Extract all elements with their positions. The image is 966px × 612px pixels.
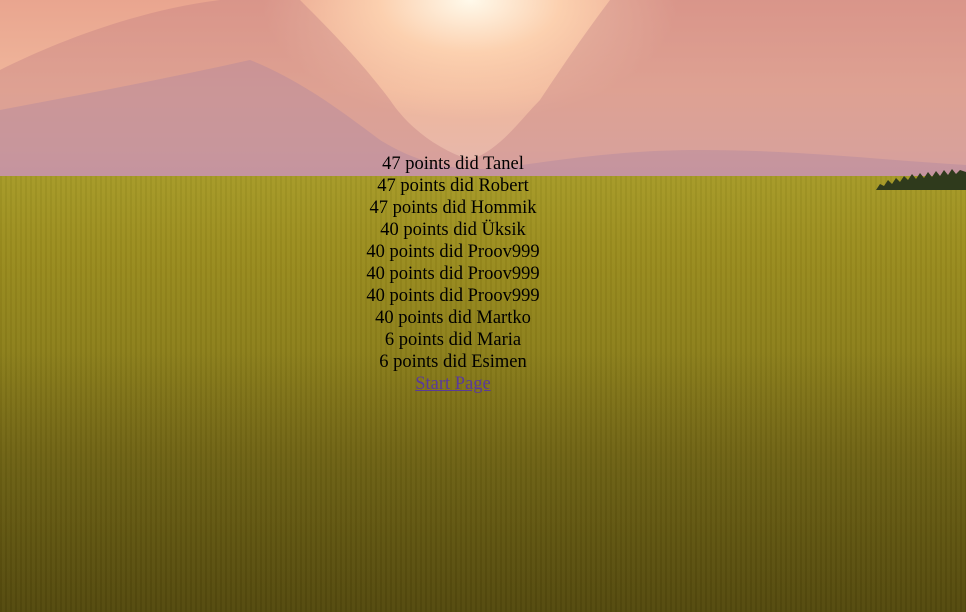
- score-points: 40: [375, 308, 394, 328]
- player-name: Proov999: [467, 264, 540, 284]
- score-row: 6 points did Esimen: [0, 351, 906, 373]
- player-name: Martko: [476, 308, 531, 328]
- score-row: 40 points did Üksik: [0, 219, 906, 241]
- score-row: 6 points did Maria: [0, 329, 906, 351]
- score-row: 40 points did Proov999: [0, 241, 906, 263]
- score-points: 40: [366, 286, 385, 306]
- score-verb: points did: [393, 352, 467, 372]
- score-verb: points did: [398, 330, 473, 350]
- score-row: 40 points did Martko: [0, 307, 906, 329]
- score-points: 40: [380, 220, 399, 240]
- player-name: Proov999: [467, 286, 540, 306]
- score-points: 47: [369, 198, 388, 218]
- score-verb: points did: [398, 308, 472, 328]
- player-name: Proov999: [467, 242, 540, 262]
- start-page-link[interactable]: Start Page: [415, 374, 491, 394]
- player-name: Esimen: [471, 352, 527, 372]
- score-verb: points did: [400, 176, 474, 196]
- score-points: 6: [379, 352, 389, 372]
- score-verb: points did: [392, 198, 467, 218]
- score-row: 47 points did Hommik: [0, 197, 906, 219]
- score-verb: points did: [389, 242, 464, 262]
- player-name: Tanel: [483, 154, 524, 174]
- score-points: 6: [384, 330, 395, 350]
- score-verb: points did: [403, 220, 477, 240]
- score-verb: points did: [389, 264, 464, 284]
- score-verb: points did: [405, 154, 479, 174]
- score-row: 47 points did Robert: [0, 175, 906, 197]
- score-row: 40 points did Proov999: [0, 263, 906, 285]
- score-verb: points did: [389, 286, 464, 306]
- high-scores-list: 47 points did Tanel 47 points did Robert…: [0, 153, 906, 395]
- player-name: Robert: [478, 176, 529, 196]
- score-points: 40: [366, 264, 385, 284]
- score-points: 47: [377, 176, 396, 196]
- score-points: 47: [382, 154, 401, 174]
- score-row: 40 points did Proov999: [0, 285, 906, 307]
- player-name: Üksik: [481, 220, 526, 240]
- score-points: 40: [366, 242, 385, 262]
- score-row: 47 points did Tanel: [0, 153, 906, 175]
- player-name: Maria: [476, 330, 522, 350]
- player-name: Hommik: [470, 198, 537, 218]
